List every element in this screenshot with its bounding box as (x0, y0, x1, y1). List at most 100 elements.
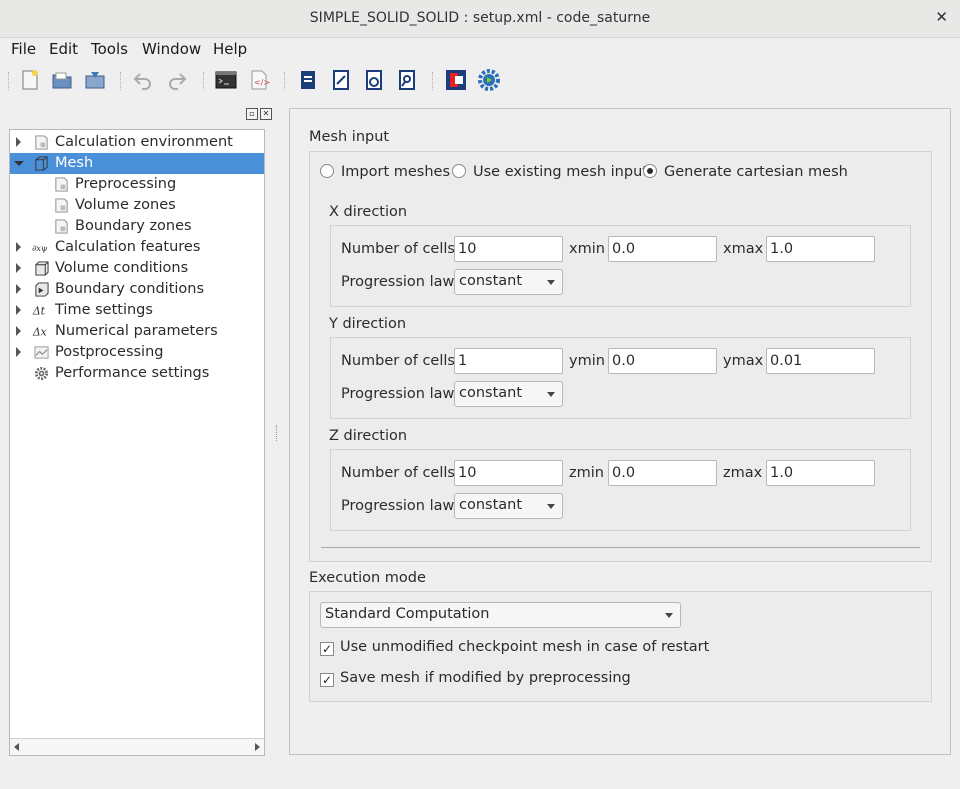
xmin-label: xmin (569, 241, 605, 257)
tree-item-calculation-features[interactable]: ∂xψ Calculation features (10, 237, 264, 258)
xmax-label: xmax (723, 241, 764, 257)
close-icon[interactable]: ✕ (935, 8, 948, 26)
chevron-down-icon (547, 392, 555, 397)
cube-icon (35, 261, 49, 276)
execution-mode-select[interactable]: Standard Computation (320, 602, 681, 628)
check-case-icon[interactable] (362, 68, 386, 92)
navigation-tree: Calculation environment Mesh Preprocessi… (9, 129, 265, 756)
expand-arrow-icon[interactable] (16, 347, 21, 357)
z-progression-label: Progression law (341, 498, 455, 514)
float-dock-icon[interactable]: ▫ (246, 108, 258, 120)
open-file-icon[interactable] (50, 68, 74, 92)
run-gear-icon[interactable] (477, 68, 501, 92)
y-direction-title: Y direction (329, 316, 407, 332)
close-dock-icon[interactable]: ✕ (260, 108, 272, 120)
z-progression-select[interactable]: constant (454, 493, 563, 519)
z-cells-input[interactable] (454, 460, 563, 486)
zmax-input[interactable] (766, 460, 875, 486)
toolbar: </> (0, 62, 960, 100)
tree-item-boundary-zones[interactable]: Boundary zones (10, 216, 264, 237)
undo-icon[interactable] (131, 68, 155, 92)
gear-icon (34, 366, 49, 381)
x-progression-label: Progression law (341, 274, 455, 290)
checkmark-icon: ✓ (320, 642, 334, 656)
new-file-icon[interactable] (18, 68, 42, 92)
x-direction-title: X direction (329, 204, 408, 220)
scroll-left-icon[interactable] (14, 743, 19, 751)
radio-use-existing-mesh-input[interactable]: Use existing mesh input (452, 164, 648, 180)
zmin-label: zmin (569, 465, 604, 481)
radio-import-meshes[interactable]: Import meshes (320, 164, 450, 180)
menu-window[interactable]: Window (142, 40, 201, 58)
case-summary-icon[interactable] (296, 68, 320, 92)
chart-icon (34, 346, 49, 359)
mesh-input-title: Mesh input (309, 129, 390, 145)
xml-view-icon[interactable]: </> (247, 68, 271, 92)
menu-file[interactable]: File (11, 40, 36, 58)
svg-text:∂xψ: ∂xψ (32, 243, 47, 253)
z-direction-title: Z direction (329, 428, 408, 444)
expand-arrow-icon[interactable] (16, 305, 21, 315)
splitter-handle[interactable] (276, 425, 279, 441)
execution-mode-title: Execution mode (309, 570, 426, 586)
chevron-down-icon (665, 613, 673, 618)
zmax-label: zmax (723, 465, 763, 481)
ymin-input[interactable] (608, 348, 717, 374)
tree-item-calculation-environment[interactable]: Calculation environment (10, 132, 264, 153)
window-title: SIMPLE_SOLID_SOLID : setup.xml - code_sa… (309, 10, 651, 26)
checkbox-checkpoint-mesh[interactable]: ✓ Use unmodified checkpoint mesh in case … (320, 639, 709, 656)
tree-item-time-settings[interactable]: Δt Time settings (10, 300, 264, 321)
expand-arrow-icon[interactable] (16, 284, 21, 294)
collapse-arrow-icon[interactable] (14, 161, 24, 166)
menu-help[interactable]: Help (213, 40, 247, 58)
zmin-input[interactable] (608, 460, 717, 486)
boundary-icon (35, 282, 49, 297)
x-cells-input[interactable] (454, 236, 563, 262)
tree-item-volume-conditions[interactable]: Volume conditions (10, 258, 264, 279)
y-cells-input[interactable] (454, 348, 563, 374)
xmin-input[interactable] (608, 236, 717, 262)
expand-arrow-icon[interactable] (16, 263, 21, 273)
horizontal-scrollbar[interactable] (10, 738, 264, 755)
menu-edit[interactable]: Edit (49, 40, 78, 58)
expand-arrow-icon[interactable] (16, 326, 21, 336)
tree-item-mesh[interactable]: Mesh (10, 153, 264, 174)
calculation-environment-icon (35, 135, 48, 150)
svg-text:Δx: Δx (32, 326, 47, 339)
expand-arrow-icon[interactable] (16, 137, 21, 147)
svg-text:</>: </> (254, 78, 270, 87)
document-icon (55, 177, 68, 192)
tree-item-numerical-parameters[interactable]: Δx Numerical parameters (10, 321, 264, 342)
redo-icon[interactable] (165, 68, 189, 92)
separator-line (321, 547, 920, 548)
terminal-icon[interactable] (214, 68, 238, 92)
chevron-down-icon (547, 504, 555, 509)
xmax-input[interactable] (766, 236, 875, 262)
save-file-icon[interactable] (83, 68, 107, 92)
checkbox-save-mesh[interactable]: ✓ Save mesh if modified by preprocessing (320, 670, 631, 687)
x-progression-select[interactable]: constant (454, 269, 563, 295)
checkmark-icon: ✓ (320, 673, 334, 687)
edit-case-icon[interactable] (329, 68, 353, 92)
tree-item-boundary-conditions[interactable]: Boundary conditions (10, 279, 264, 300)
y-progression-select[interactable]: constant (454, 381, 563, 407)
expand-arrow-icon[interactable] (16, 242, 21, 252)
tree-item-preprocessing[interactable]: Preprocessing (10, 174, 264, 195)
x-cells-label: Number of cells (341, 241, 455, 257)
window-titlebar: SIMPLE_SOLID_SOLID : setup.xml - code_sa… (0, 0, 960, 38)
svg-text:Δt: Δt (32, 305, 46, 318)
dock-buttons: ▫ ✕ (246, 104, 274, 120)
z-cells-label: Number of cells (341, 465, 455, 481)
tree-item-postprocessing[interactable]: Postprocessing (10, 342, 264, 363)
search-case-icon[interactable] (395, 68, 419, 92)
document-icon (55, 198, 68, 213)
delta-x-icon: Δx (32, 326, 47, 339)
tree-item-volume-zones[interactable]: Volume zones (10, 195, 264, 216)
ymax-input[interactable] (766, 348, 875, 374)
ymin-label: ymin (569, 353, 605, 369)
radio-generate-cartesian-mesh[interactable]: Generate cartesian mesh (643, 164, 848, 180)
tree-item-performance-settings[interactable]: Performance settings (10, 363, 264, 384)
menu-tools[interactable]: Tools (91, 40, 128, 58)
code-saturne-logo-icon[interactable] (444, 68, 468, 92)
scroll-right-icon[interactable] (255, 743, 260, 751)
